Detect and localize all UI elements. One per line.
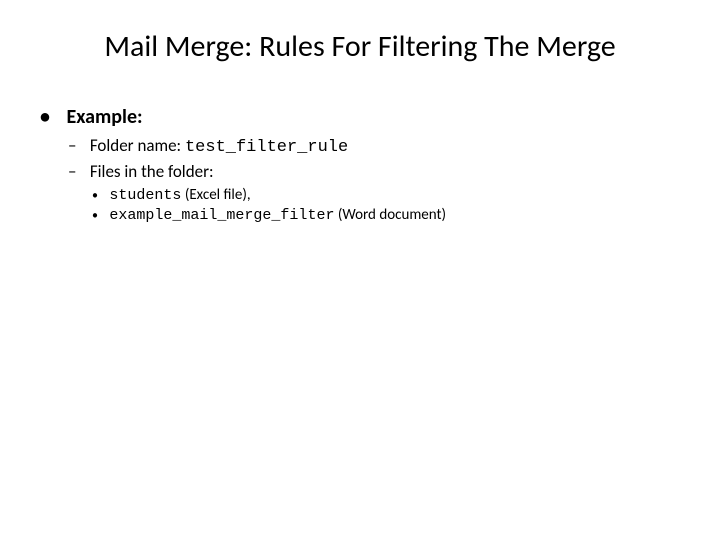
files-label-text: Files in the folder:	[90, 161, 214, 182]
folder-name-value: test_filter_rule	[185, 138, 348, 157]
file1-name: students	[109, 187, 181, 204]
bullet-folder-name: Folder name: test_filter_rule	[68, 135, 680, 157]
file2-name: example_mail_merge_filter	[109, 207, 334, 224]
slide-title: Mail Merge: Rules For Filtering The Merg…	[40, 28, 680, 65]
file1-desc: (Excel file),	[181, 186, 250, 204]
bullet-file1: students (Excel file),	[92, 186, 680, 204]
bullet-example: Example:	[40, 105, 680, 129]
bullet-file2: example_mail_merge_filter (Word document…	[92, 206, 680, 224]
bullet-files-label: Files in the folder:	[68, 161, 680, 182]
file2-desc: (Word document)	[334, 206, 446, 224]
bullet-example-text: Example:	[67, 105, 143, 129]
folder-name-label: Folder name:	[90, 135, 185, 156]
